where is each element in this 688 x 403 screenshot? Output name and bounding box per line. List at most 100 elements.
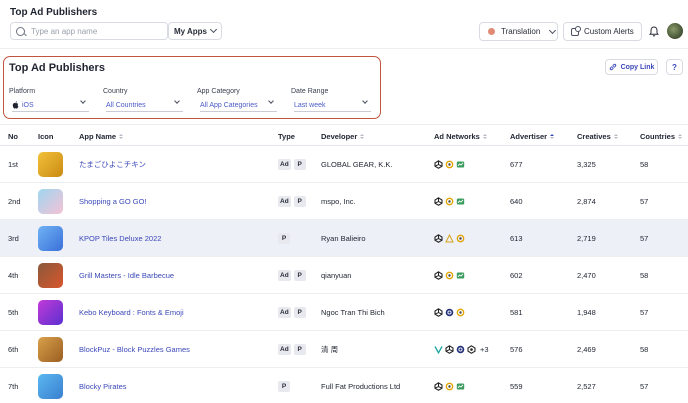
more-networks-count[interactable]: +3 [480, 345, 489, 354]
ad-networks-cell: +3 [434, 331, 489, 368]
sort-icon [678, 134, 683, 139]
app-name-link[interactable]: Blocky Pirates [79, 368, 127, 403]
type-cell: Ad P [278, 294, 309, 331]
rank-cell: 5th [8, 308, 19, 317]
triangle-glyph-network-icon [445, 234, 454, 243]
app-name-link[interactable]: Grill Masters - Idle Barbecue [79, 257, 174, 294]
type-badge-ad: Ad [278, 270, 291, 281]
table-header: No Icon App Name Type Developer Ad Netwo… [0, 124, 688, 146]
search-input[interactable] [31, 26, 161, 36]
type-badge-ad: Ad [278, 344, 291, 355]
type-badge-p: P [293, 307, 306, 318]
app-icon[interactable] [38, 152, 63, 177]
type-cell: Ad P [278, 146, 309, 183]
advertiser-cell: 559 [510, 382, 523, 391]
translation-dropdown[interactable]: Translation [479, 22, 558, 41]
applovin-network-icon [467, 345, 476, 354]
ad-networks-cell [434, 257, 467, 294]
platform-value: iOS [22, 101, 34, 109]
app-icon[interactable] [38, 263, 63, 288]
search-box[interactable] [10, 22, 168, 40]
column-header-type: Type [278, 132, 295, 141]
meta-glyph-network-icon [445, 271, 454, 280]
my-apps-label: My Apps [173, 26, 208, 36]
bell-icon[interactable] [649, 26, 659, 37]
app-name-link[interactable]: Kebo Keyboard : Fonts & Emoji [79, 294, 184, 331]
rank-cell: 2nd [8, 197, 21, 206]
app-icon[interactable] [38, 189, 63, 214]
advertiser-cell: 613 [510, 234, 523, 243]
rank-cell: 1st [8, 160, 19, 169]
circle-glyph-network-icon [445, 308, 454, 317]
table-row[interactable]: 7th Blocky Pirates P Full Fat Productions L… [0, 368, 688, 403]
app-name-link[interactable]: KPOP Tiles Deluxe 2022 [79, 220, 161, 257]
alert-icon [571, 25, 581, 36]
avatar[interactable] [667, 23, 683, 39]
column-header-ad-networks[interactable]: Ad Networks [434, 132, 487, 141]
type-cell: Ad P [278, 331, 309, 368]
unity-network-icon [434, 271, 443, 280]
custom-alerts-button[interactable]: Custom Alerts [563, 22, 642, 41]
type-badge-p: P [278, 381, 290, 392]
chartboost-network-icon [456, 272, 465, 279]
column-header-no: No [8, 132, 18, 141]
app-icon[interactable] [38, 337, 63, 362]
sort-icon [613, 134, 618, 139]
unity-network-icon [434, 197, 443, 206]
meta-glyph-network-icon [445, 197, 454, 206]
column-header-advertiser[interactable]: Advertiser [510, 132, 555, 141]
column-header-creatives[interactable]: Creatives [577, 132, 618, 141]
ad-networks-cell [434, 294, 467, 331]
app-icon[interactable] [38, 226, 63, 251]
developer-cell: GLOBAL GEAR, K.K. [321, 160, 393, 169]
type-badge-p: P [293, 159, 306, 170]
countries-cell: 57 [640, 382, 649, 391]
help-button[interactable]: ? [666, 59, 683, 75]
countries-cell: 58 [640, 271, 649, 280]
creatives-cell: 2,470 [577, 271, 596, 280]
table-row[interactable]: 4th Grill Masters - Idle Barbecue Ad Pqiany… [0, 257, 688, 294]
type-badge-p: P [278, 233, 290, 244]
app-icon[interactable] [38, 374, 63, 399]
chartboost-network-icon [456, 198, 465, 205]
app-icon[interactable] [38, 300, 63, 325]
chevron-down-icon [209, 25, 218, 34]
developer-cell: Ngoc Tran Thi Bich [321, 308, 385, 317]
app-name-link[interactable]: たまごひよこチキン [79, 146, 146, 183]
app-icon-cell [38, 146, 63, 183]
rank-cell: 4th [8, 271, 19, 280]
app-category-select[interactable]: All App Categories [200, 98, 277, 112]
meta-glyph-network-icon [445, 160, 454, 169]
app-category-label: App Category [197, 88, 240, 95]
app-name-link[interactable]: BlockPuz - Block Puzzles Games [79, 331, 190, 368]
chevron-down-icon [80, 98, 86, 104]
meta-glyph-network-icon [456, 308, 465, 317]
app-category-value: All App Categories [200, 101, 258, 109]
chartboost-network-icon [456, 161, 465, 168]
app-name-link[interactable]: Shopping a GO GO! [79, 183, 147, 220]
meta-glyph-network-icon [456, 234, 465, 243]
developer-cell: qianyuan [321, 271, 352, 280]
country-select[interactable]: All Countries [106, 98, 183, 112]
advertiser-cell: 677 [510, 160, 523, 169]
column-header-app-name[interactable]: App Name [79, 132, 124, 141]
table-row[interactable]: 3rd KPOP Tiles Deluxe 2022 P Ryan Balieiro 6… [0, 220, 688, 257]
table-row[interactable]: 2nd Shopping a GO GO! Ad Pmspo, Inc. 640 2,87… [0, 183, 688, 220]
table-row[interactable]: 1st たまごひよこチキン Ad P GLOBAL GEAR, K.K. 677 3,325… [0, 146, 688, 183]
my-apps-dropdown[interactable]: My Apps [168, 22, 222, 40]
date-range-select[interactable]: Last week [294, 98, 371, 112]
developer-cell: mspo, Inc. [321, 197, 356, 206]
creatives-cell: 3,325 [577, 160, 596, 169]
copy-link-button[interactable]: Copy Link [605, 59, 658, 75]
table-row[interactable]: 5th Kebo Keyboard : Fonts & Emoji Ad P Ngoc … [0, 294, 688, 331]
developer-cell: Full Fat Productions Ltd [321, 382, 401, 391]
column-header-countries[interactable]: Countries [640, 132, 683, 141]
platform-select[interactable]: iOS [12, 98, 89, 112]
search-icon [16, 26, 25, 36]
creatives-cell: 2,469 [577, 345, 596, 354]
copy-link-label: Copy Link [620, 63, 655, 71]
column-header-developer[interactable]: Developer [321, 132, 365, 141]
chevron-down-icon [362, 98, 368, 104]
table-row[interactable]: 6th BlockPuz - Block Puzzles Games Ad P 清 周 +… [0, 331, 688, 368]
developer-cell: 清 周 [321, 345, 339, 354]
